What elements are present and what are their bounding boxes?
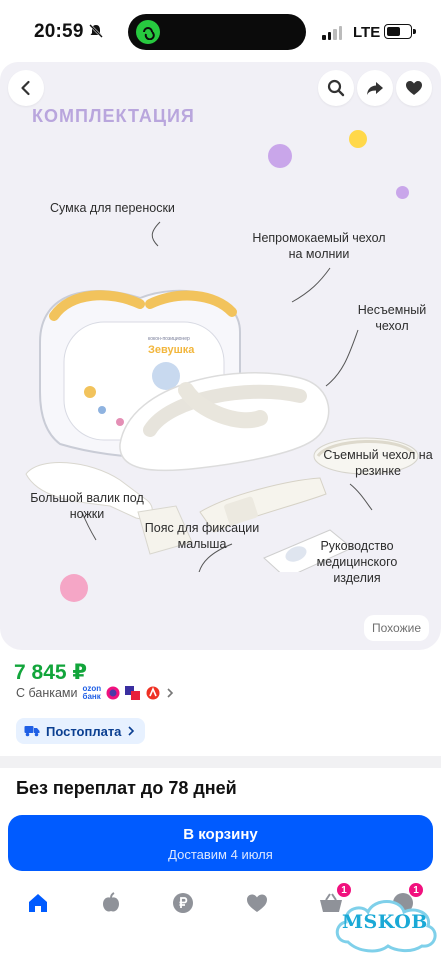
bank-offers[interactable]: С банками ozon банк	[16, 685, 175, 701]
bank-logo-icon	[146, 686, 160, 700]
ozon-bank-logo: ozon банк	[82, 684, 102, 701]
banks-label: С банками	[16, 686, 78, 700]
postpay-chip[interactable]: Постоплата	[16, 718, 146, 744]
apple-icon	[103, 892, 119, 912]
call-indicator-icon	[136, 20, 160, 44]
heart-icon	[247, 894, 267, 912]
delivery-date-label: Доставим 4 июля	[168, 847, 273, 862]
dynamic-island	[128, 14, 306, 50]
label-fixed-cover: Несъемный чехол	[357, 303, 427, 333]
ruble-coin-icon	[173, 893, 193, 913]
decor-dot	[396, 186, 409, 199]
decor-dot	[349, 130, 367, 148]
network-type: LTE	[353, 24, 381, 41]
status-bar: 20:59 LTE	[0, 0, 441, 62]
bell-muted-icon	[89, 24, 103, 38]
status-time: 20:59	[34, 21, 84, 42]
add-to-cart-button[interactable]: В корзину Доставим 4 июля	[8, 815, 433, 871]
label-belt: Пояс для фиксации малыша	[144, 521, 260, 551]
chevron-left-icon	[21, 80, 30, 96]
battery-icon	[384, 24, 416, 39]
add-to-cart-label: В корзину	[183, 826, 258, 843]
label-manual: Руководство медицинского изделия	[316, 539, 398, 585]
label-bag: Сумка для переноски	[50, 201, 175, 215]
bank-logo-icon	[106, 686, 120, 700]
search-button[interactable]	[318, 70, 354, 106]
decor-dot	[60, 574, 88, 602]
search-icon	[327, 79, 345, 97]
truck-icon	[24, 726, 40, 737]
nav-home[interactable]	[23, 888, 53, 918]
chevron-right-icon	[128, 726, 135, 736]
nav-fresh[interactable]	[96, 888, 126, 918]
decor-dot	[268, 144, 292, 168]
gallery-heading: КОМПЛЕКТАЦИЯ	[32, 106, 195, 126]
installment-heading: Без переплат до 78 дней	[16, 778, 237, 798]
watermark-text: MSKOB	[342, 911, 428, 933]
watermark: MSKOB	[330, 892, 440, 956]
product-gallery[interactable]: КОМПЛЕКТАЦИЯ кокон-позиционер Зевушка Су…	[0, 62, 441, 650]
share-arrow-icon	[367, 82, 383, 95]
product-price: 7 845 ₽	[14, 661, 87, 684]
svg-text:Зевушка: Зевушка	[148, 344, 195, 356]
favorite-button[interactable]	[396, 70, 432, 106]
home-icon	[29, 894, 47, 912]
nav-finance[interactable]	[168, 888, 198, 918]
similar-button[interactable]: Похожие	[364, 615, 429, 641]
label-removable-cover: Съемный чехол на резинке	[323, 448, 433, 478]
label-waterproof-cover: Непромокаемый чехол на молнии	[252, 231, 386, 261]
nav-favorites[interactable]	[242, 888, 272, 918]
label-roller: Большой валик под ножки	[30, 491, 144, 521]
postpay-label: Постоплата	[46, 723, 122, 739]
svg-text:кокон-позиционер: кокон-позиционер	[148, 336, 190, 342]
bank-logo-icon	[125, 686, 141, 700]
chevron-right-icon	[167, 688, 174, 698]
heart-icon	[406, 81, 422, 95]
signal-icon	[322, 26, 342, 40]
section-divider	[0, 756, 441, 768]
back-button[interactable]	[8, 70, 44, 106]
share-button[interactable]	[357, 70, 393, 106]
